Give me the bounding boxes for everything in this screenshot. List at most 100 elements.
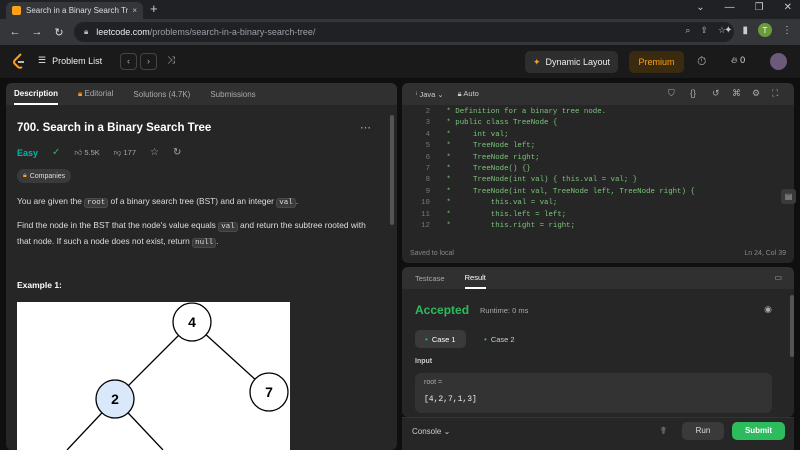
problem-meta: Easy ✓ 👍︎ 5.5K 👎︎ 177 ☆ ↻ [17,147,181,158]
line-number: 10 [421,199,430,208]
fullscreen-icon[interactable]: ⛶ [772,88,778,99]
description-panel: Description 🔒︎ Editorial Solutions (4.7K… [6,83,397,450]
debugger-icon[interactable]: ☤ [660,426,667,437]
sparkle-icon: ✦ [532,56,541,67]
eye-icon[interactable]: ◉ [764,304,772,315]
case-1-tab[interactable]: • Case 1 [415,330,466,348]
zoom-icon[interactable]: ⌕ [685,25,690,36]
case-label: Case 1 [431,334,456,344]
case-label: Case 2 [490,334,515,344]
example-title: Example 1: [17,280,62,290]
chevron-down-icon: ⌄ [443,427,451,436]
browser-tab[interactable]: Search in a Binary Search Tree - L × [6,2,143,19]
leetcode-navbar: ☰ Problem List ‹ › ⤨ ✦ Dynamic Layout Pr… [0,45,800,78]
line-number: 6 [425,153,430,162]
tab-solutions[interactable]: Solutions (4.7K) [133,90,190,99]
submit-button[interactable]: Submit [732,422,785,440]
code-line: 10 * this.val = val; [402,198,794,209]
code-editor-panel: ⁱ Java ⌄ 🔒︎ Auto ⛉ {} ↺ ⌘ ⚙ ⛶ 2 * Defini… [402,83,794,263]
user-avatar[interactable] [770,53,787,70]
close-window-button[interactable]: ✕ [784,2,792,13]
tab-search-icon[interactable]: ⌄ [696,2,704,13]
scrollbar[interactable] [790,295,794,357]
code-text: * TreeNode() {} [442,164,531,173]
case-2-tab[interactable]: • Case 2 [474,330,525,348]
streak-count: 0 [740,55,746,65]
browser-tab-title: Search in a Binary Search Tree - L [26,6,129,15]
code-line: 12 * this.right = right; [402,221,794,232]
code-area[interactable]: 2 * Definition for a binary tree node. 3 … [402,107,794,232]
collapse-panel-icon[interactable]: ▭ [774,273,782,282]
extensions-icon[interactable]: ✦ [724,25,732,36]
settings-gear-icon[interactable]: ⚙ [752,88,760,99]
like-button[interactable]: 👍︎ 5.5K [74,148,99,158]
code-text: * TreeNode right; [442,153,540,162]
maximize-button[interactable]: ❐ [755,2,764,13]
new-tab-button[interactable]: + [150,1,158,16]
more-options-icon[interactable]: ⋯ [360,121,371,134]
console-toggle[interactable]: Console ⌄ [412,427,450,436]
runtime-text: Runtime: 0 ms [480,306,529,315]
share-icon[interactable]: ⇪ [700,25,708,36]
dynamic-layout-label: Dynamic Layout [545,57,611,67]
tree-node-label: 4 [188,314,196,330]
bookmark-icon[interactable]: ⛉ [668,88,675,99]
result-status: Accepted [415,303,470,317]
leetcode-favicon-icon [12,6,21,15]
tab-submissions[interactable]: Submissions [210,90,255,99]
input-value-box: root = [4,2,7,1,3] [415,373,772,413]
text: . [216,235,219,246]
code-line: 9 * TreeNode(int val, TreeNode left, Tre… [402,187,794,198]
tab-result[interactable]: Result [464,267,486,289]
timer-icon[interactable]: ⏱ [697,54,706,69]
browser-tab-bar: Search in a Binary Search Tree - L × + ⌄… [0,0,800,19]
tab-editorial-label: Editorial [84,89,114,98]
minimize-button[interactable]: — [725,2,735,13]
reload-icon[interactable]: ↻ [48,26,70,39]
prev-problem-button[interactable]: ‹ [120,53,137,70]
code-text: * Definition for a binary tree node. [442,108,607,116]
thumbs-down-icon: 👎︎ [113,147,122,157]
browser-menu-icon[interactable]: ⋮ [782,25,792,36]
reset-icon[interactable]: ↺ [712,88,720,99]
shortcuts-icon[interactable]: ⌘ [732,88,741,99]
dynamic-layout-button[interactable]: ✦ Dynamic Layout [525,51,618,73]
tab-testcase[interactable]: Testcase [415,274,445,283]
autocomplete-mode[interactable]: 🔒︎ Auto [458,89,479,99]
problem-title: 700. Search in a Binary Search Tree [17,122,212,134]
next-problem-button[interactable]: › [140,53,157,70]
format-braces-icon[interactable]: {} [690,88,696,98]
shuffle-icon[interactable]: ⤨ [167,55,175,66]
side-panel-icon[interactable]: ▮ [742,25,748,36]
companies-tag[interactable]: 🔒︎ Companies [17,169,72,183]
problem-list-button[interactable]: ☰ Problem List [38,55,102,66]
input-label: Input [415,358,433,365]
back-icon[interactable]: ← [4,26,26,38]
code-line: 6 * TreeNode right; [402,153,794,164]
forward-icon[interactable]: → [26,26,48,38]
url-path: /problems/search-in-a-binary-search-tree… [149,27,316,37]
run-button[interactable]: Run [682,422,724,440]
tab-close-icon[interactable]: × [132,6,137,15]
streak-counter[interactable]: 🔥︎ 0 [731,55,745,66]
leetcode-logo-icon[interactable] [12,53,26,72]
panel-divider[interactable] [397,83,401,450]
premium-button[interactable]: Premium [629,51,684,73]
url-input[interactable]: 🔒︎ leetcode.com/problems/search-in-a-bin… [74,22,734,42]
language-select[interactable]: ⁱ Java ⌄ [416,90,444,99]
profile-avatar[interactable]: T [758,23,772,37]
scrollbar[interactable] [390,115,394,225]
code-line: 3 * public class TreeNode { [402,118,794,129]
favorite-star-icon[interactable]: ☆ [150,147,159,158]
code-text: * this.val = val; [442,199,558,208]
line-number: 3 [425,119,430,128]
text: of a binary search tree (BST) and an int… [108,196,277,206]
code-line: 5 * TreeNode left; [402,141,794,152]
notes-icon[interactable]: ▤ [781,189,796,204]
dislike-button[interactable]: 👎︎ 177 [114,148,136,158]
problem-list-label: Problem List [52,55,103,66]
tab-editorial[interactable]: 🔒︎ Editorial [78,89,113,99]
tab-description[interactable]: Description [14,83,59,105]
line-number: 11 [421,210,430,219]
share-icon[interactable]: ↻ [173,147,181,158]
